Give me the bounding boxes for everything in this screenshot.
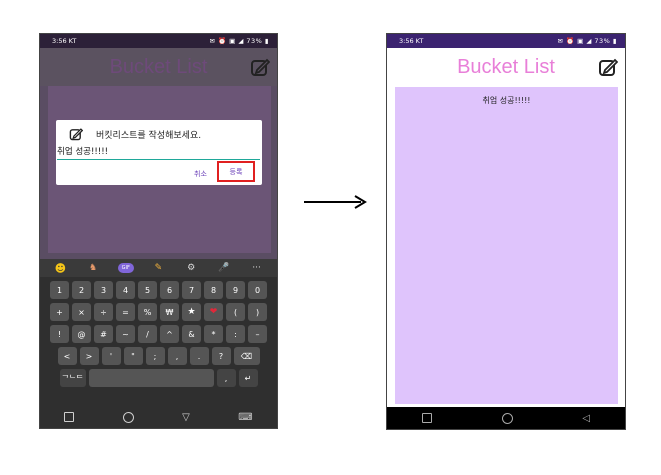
keyboard: ☻ ♞ GIF ✎ ⚙ 🎤 ··· 1 2 3 4 5 6 7 8 9 0 + … (40, 259, 277, 406)
key[interactable]: 2 (72, 281, 91, 299)
more-icon[interactable]: ··· (249, 263, 265, 273)
key[interactable]: + (50, 303, 69, 321)
status-time: 3:56 KT (399, 37, 424, 45)
key[interactable]: 4 (116, 281, 135, 299)
sticker-icon[interactable]: ♞ (85, 263, 101, 273)
key[interactable]: : (226, 325, 245, 343)
key[interactable]: = (116, 303, 135, 321)
key[interactable]: @ (72, 325, 91, 343)
key[interactable]: ~ (116, 325, 135, 343)
key[interactable]: × (72, 303, 91, 321)
key[interactable]: ❤ (204, 303, 223, 321)
keyboard-toolbar: ☻ ♞ GIF ✎ ⚙ 🎤 ··· (40, 259, 277, 277)
key[interactable]: # (94, 325, 113, 343)
app-title: Bucket List (109, 56, 208, 78)
left-phone-screen: 3:56 KT ✉ ⏰ ▣ ◢ 73% ▮ Bucket List 버킷리스트를… (39, 33, 278, 429)
key[interactable]: > (79, 347, 99, 365)
key[interactable]: " (123, 347, 143, 365)
key[interactable]: – (248, 325, 267, 343)
add-bucket-dialog: 버킷리스트를 작성해보세요. 취업 성공!!!!! 취소 등록 (56, 120, 262, 185)
key[interactable]: ^ (160, 325, 179, 343)
register-label: 등록 (229, 167, 243, 176)
register-button[interactable]: 등록 (217, 161, 255, 182)
recent-apps-icon[interactable] (64, 412, 75, 422)
symbol-row-1: + × ÷ = % ₩ ★ ❤ ( ) (40, 303, 277, 321)
key[interactable]: ( (226, 303, 245, 321)
key[interactable]: 1 (50, 281, 69, 299)
key[interactable]: . (189, 347, 209, 365)
key[interactable]: ) (248, 303, 267, 321)
key[interactable]: 0 (248, 281, 267, 299)
key[interactable]: < (57, 347, 77, 365)
key[interactable]: , (167, 347, 187, 365)
key[interactable]: 6 (160, 281, 179, 299)
battery-level: 73% (594, 37, 611, 45)
key[interactable]: ★ (182, 303, 201, 321)
keyboard-icon[interactable]: ⌨ (238, 412, 252, 423)
nav-bar: ▽ ⌨ (40, 406, 277, 428)
backspace-key[interactable]: ⌫ (233, 347, 260, 365)
gif-icon[interactable]: GIF (117, 263, 134, 273)
key[interactable]: ! (50, 325, 69, 343)
edit-icon (69, 128, 83, 141)
key[interactable]: 9 (226, 281, 245, 299)
key[interactable]: ₩ (160, 303, 179, 321)
emoji-icon[interactable]: ☻ (52, 262, 68, 275)
key[interactable]: 7 (182, 281, 201, 299)
status-bar: 3:56 KT ✉ ⏰ ▣ ◢ 73% ▮ (387, 34, 625, 48)
status-time: 3:56 KT (52, 37, 77, 45)
app-header: Bucket List (40, 48, 277, 86)
edit-icon[interactable] (598, 57, 618, 77)
key[interactable]: 3 (94, 281, 113, 299)
status-bar: 3:56 KT ✉ ⏰ ▣ ◢ 73% ▮ (40, 34, 277, 48)
nav-bar: ◁ (387, 407, 625, 429)
key[interactable]: 5 (138, 281, 157, 299)
home-icon[interactable] (501, 412, 513, 424)
battery-level: 73% (246, 37, 263, 45)
key[interactable]: / (138, 325, 157, 343)
key[interactable]: ' (101, 347, 121, 365)
status-icons: ✉ ⏰ ▣ ◢ (209, 37, 247, 45)
key[interactable]: 8 (204, 281, 223, 299)
right-arrow (304, 195, 367, 209)
app-title: Bucket List (457, 56, 555, 78)
symbol-row-2: ! @ # ~ / ^ & * : – (40, 325, 277, 343)
enter-key[interactable]: ↵ (238, 369, 258, 387)
app-header: Bucket List (387, 48, 625, 86)
key[interactable]: % (138, 303, 157, 321)
right-phone-screen: 3:56 KT ✉ ⏰ ▣ ◢ 73% ▮ Bucket List 취업 성공!… (386, 33, 626, 430)
list-item[interactable]: 취업 성공!!!!! (395, 95, 618, 106)
bottom-row: ᄀᄂᄃ , ↵ (40, 369, 277, 387)
cancel-button[interactable]: 취소 (194, 169, 207, 179)
mic-icon[interactable]: 🎤 (216, 263, 232, 273)
recent-apps-icon[interactable] (421, 413, 432, 423)
key[interactable]: , (216, 369, 236, 387)
key[interactable]: ÷ (94, 303, 113, 321)
pencil-icon[interactable]: ✎ (150, 263, 166, 273)
bucket-input[interactable]: 취업 성공!!!!! (57, 145, 260, 160)
key[interactable]: & (182, 325, 201, 343)
bucket-list-area: 취업 성공!!!!! (395, 87, 618, 404)
status-icons: ✉ ⏰ ▣ ◢ (557, 37, 595, 45)
hangul-switch-key[interactable]: ᄀᄂᄃ (59, 369, 86, 387)
key[interactable]: * (204, 325, 223, 343)
back-icon[interactable]: ◁ (582, 413, 590, 424)
edit-icon[interactable] (250, 57, 270, 77)
dialog-title: 버킷리스트를 작성해보세요. (96, 131, 202, 141)
back-icon[interactable]: ▽ (182, 412, 190, 423)
key[interactable]: ; (145, 347, 165, 365)
settings-icon[interactable]: ⚙ (183, 263, 199, 273)
home-icon[interactable] (122, 411, 134, 423)
number-row: 1 2 3 4 5 6 7 8 9 0 (40, 281, 277, 299)
space-key[interactable] (88, 369, 214, 387)
key[interactable]: ? (211, 347, 231, 365)
symbol-row-3: < > ' " ; , . ? ⌫ (40, 347, 277, 365)
